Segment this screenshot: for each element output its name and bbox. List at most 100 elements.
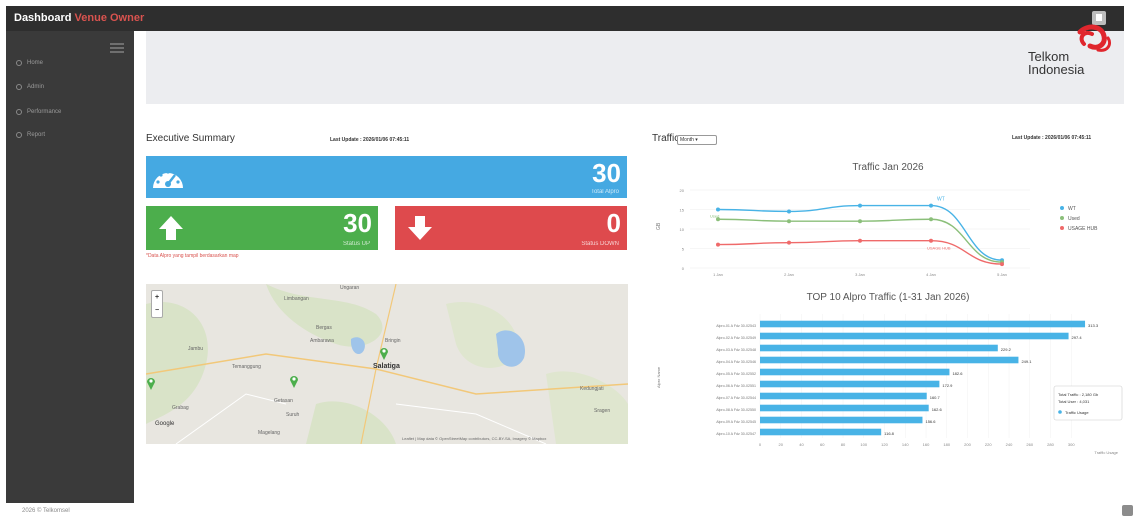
y-category-label: Alpro-07 A Fdz 30-02544 — [716, 396, 756, 400]
traffic-line-chart: Traffic Jan 2026 GB 0 5 10 15 20 1 Jan 2 Jan 3 Ja… — [656, 162, 1098, 277]
map-place-label: Sragen — [594, 408, 611, 414]
bar — [760, 368, 950, 376]
map-zoom-control[interactable]: + − — [151, 290, 163, 318]
map-place-label: Ungaran — [340, 285, 360, 291]
sidebar: Home Admin Performance Report — [6, 31, 134, 503]
x-tick-label: 180 — [943, 442, 950, 447]
status-up-value: 30 — [343, 208, 372, 238]
annotation-label: Used — [710, 213, 719, 218]
status-up-card[interactable]: 30 Status UP — [146, 206, 378, 250]
map-note: *Data Alpro yang tampil berdasarkan map — [146, 253, 239, 259]
x-tick-label: 20 — [779, 442, 784, 447]
bar-value-label: 182.6 — [952, 371, 963, 376]
x-tick-label: 60 — [820, 442, 825, 447]
map-place-label: Grabag — [172, 405, 189, 411]
telkom-logo: Telkom Indonesia — [1018, 22, 1114, 92]
admin-icon — [16, 84, 22, 90]
y-category-label: Alpro-01 A Fdz 30-02543 — [716, 324, 756, 328]
data-point — [858, 238, 862, 243]
legend-marker — [1060, 216, 1064, 220]
y-axis-label: Alpro Name — [656, 366, 661, 388]
x-tick-label: 40 — [799, 442, 804, 447]
sidebar-item-admin[interactable]: Admin — [16, 81, 44, 93]
bar-value-label: 172.9 — [942, 383, 953, 388]
executive-summary-title: Executive Summary — [146, 133, 235, 144]
legend-label: USAGE HUB — [1068, 226, 1098, 232]
sidebar-item-performance[interactable]: Performance — [16, 106, 61, 118]
chart-title: TOP 10 Alpro Traffic (1-31 Jan 2026) — [807, 292, 970, 303]
map-city-label: Salatiga — [373, 363, 400, 370]
bar — [760, 356, 1019, 364]
map-marker-icon[interactable] — [289, 374, 299, 388]
tooltip-line: Total User : 4,031 — [1058, 399, 1090, 404]
sidebar-item-home[interactable]: Home — [16, 57, 43, 69]
legend-marker — [1060, 206, 1064, 210]
map-place-label: Magelang — [258, 430, 280, 436]
arrow-down-icon — [408, 216, 432, 240]
bar-value-label: 313.3 — [1088, 323, 1099, 328]
speedometer-icon — [153, 170, 183, 188]
google-logo: Google — [155, 421, 175, 427]
sidebar-item-label: Admin — [27, 84, 45, 90]
header-banner — [146, 31, 1124, 104]
traffic-last-update: Last Update : 2026/01/06 07:45:11 — [1012, 135, 1092, 141]
data-point — [787, 240, 791, 245]
sidebar-item-report[interactable]: Report — [16, 129, 45, 141]
y-category-label: Alpro-09 A Fdz 30-02545 — [716, 420, 756, 424]
bar-value-label: 116.8 — [884, 431, 894, 436]
data-point — [787, 209, 791, 214]
x-tick-label: 3 Jan — [855, 272, 865, 277]
traffic-period-select[interactable]: Month ▾ — [677, 135, 717, 145]
bar — [760, 428, 882, 436]
app-title-main: Dashboard — [14, 12, 72, 24]
top-bar: Dashboard Venue Owner — [6, 6, 1124, 31]
chart-title: Traffic Jan 2026 — [852, 162, 924, 173]
map-place-label: Limbangan — [284, 296, 309, 302]
bar-value-label: 160.7 — [930, 395, 941, 400]
executive-last-update: Last Update : 2026/01/06 07:45:11 — [330, 137, 410, 143]
bar — [760, 392, 927, 400]
data-point — [929, 217, 933, 222]
zoom-out-button[interactable]: − — [152, 304, 162, 317]
status-down-value: 0 — [606, 208, 621, 238]
bar — [760, 320, 1086, 328]
legend-label: Used — [1068, 216, 1080, 222]
home-icon — [16, 60, 22, 66]
total-alpro-label: Total Alpro — [590, 189, 619, 195]
bar-value-label: 229.2 — [1001, 347, 1012, 352]
scroll-top-button[interactable] — [1122, 505, 1133, 516]
zoom-in-button[interactable]: + — [152, 291, 162, 304]
map-place-label: Temanggung — [232, 364, 261, 370]
x-tick-label: 200 — [964, 442, 971, 447]
app-title: Dashboard Venue Owner — [14, 12, 144, 24]
chart-tooltip: Total Traffic : 2,180 Gb Total User : 4,0… — [1053, 385, 1123, 421]
bar — [760, 380, 940, 388]
y-category-label: Alpro-03 A Fdz 30-02548 — [716, 348, 756, 352]
status-down-card[interactable]: 0 Status DOWN — [395, 206, 627, 250]
hamburger-icon[interactable] — [110, 43, 124, 55]
map-marker-icon[interactable] — [146, 376, 156, 390]
x-tick-label: 5 Jan — [997, 272, 1007, 277]
x-tick-label: 160 — [923, 442, 930, 447]
y-tick-label: 5 — [682, 247, 685, 252]
x-tick-label: 0 — [759, 442, 762, 447]
sidebar-item-label: Performance — [27, 109, 62, 115]
legend-marker — [1060, 226, 1064, 230]
x-tick-label: 220 — [985, 442, 992, 447]
map-place-label: Ambarawa — [310, 338, 334, 344]
y-category-label: Alpro-08 A Fdz 30-02550 — [716, 408, 756, 412]
app-title-role: Venue Owner — [74, 12, 145, 24]
y-category-label: Alpro-02 A Fdz 30-02549 — [716, 336, 756, 340]
map-place-label: Bringin — [385, 338, 401, 344]
data-point — [929, 203, 933, 208]
total-alpro-card[interactable]: 30 Total Alpro — [146, 156, 627, 198]
map-marker-icon[interactable] — [379, 346, 389, 360]
x-tick-label: 140 — [902, 442, 909, 447]
y-category-label: Alpro-04 A Fdz 30-02546 — [716, 360, 756, 364]
map-place-label: Getasan — [274, 398, 293, 404]
status-up-label: Status UP — [342, 241, 370, 247]
x-tick-label: 300 — [1068, 442, 1075, 447]
bar — [760, 416, 923, 424]
legend-label: WT — [1068, 206, 1076, 212]
y-tick-label: 20 — [680, 188, 685, 193]
